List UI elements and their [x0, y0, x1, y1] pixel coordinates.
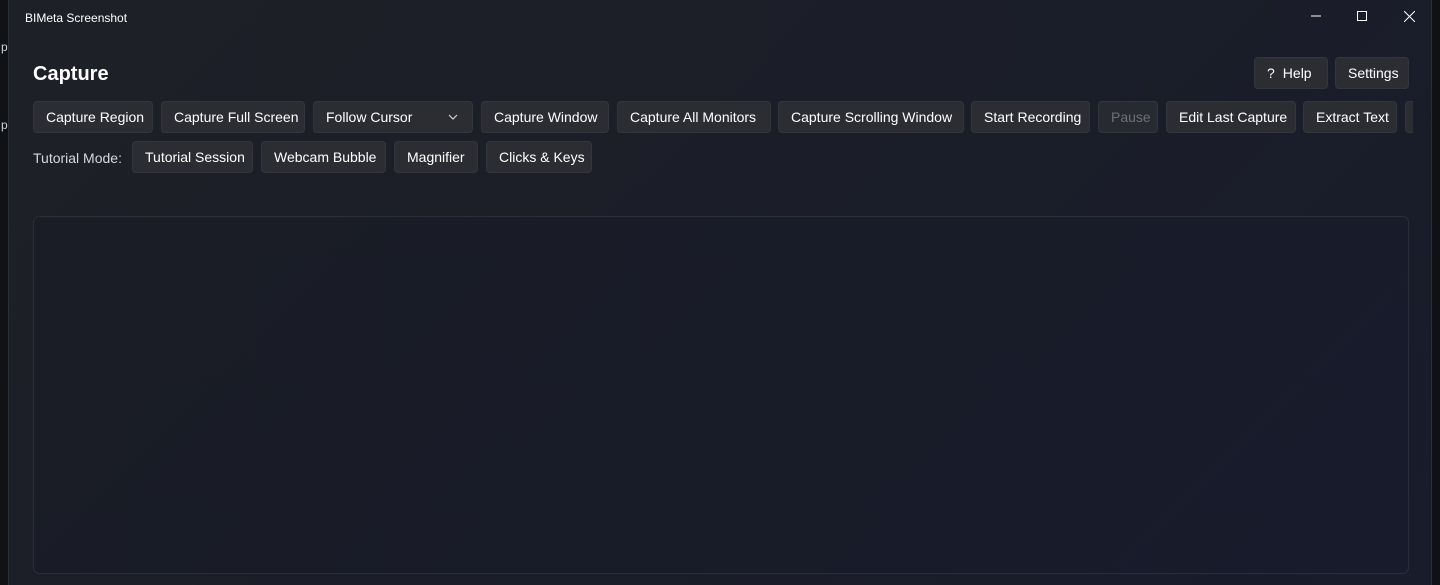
maximize-button[interactable] — [1339, 0, 1385, 32]
edit-last-capture-button[interactable]: Edit Last Capture — [1166, 101, 1296, 133]
start-recording-button[interactable]: Start Recording — [971, 101, 1090, 133]
close-icon — [1403, 10, 1415, 22]
pause-button[interactable]: Pause — [1098, 101, 1158, 133]
settings-button[interactable]: Settings — [1335, 57, 1409, 89]
maximize-icon — [1357, 11, 1367, 21]
overflow-button-partial[interactable] — [1405, 101, 1413, 133]
tutorial-session-button[interactable]: Tutorial Session — [132, 141, 253, 173]
clicks-keys-button[interactable]: Clicks & Keys — [486, 141, 592, 173]
capture-window-button[interactable]: Capture Window — [481, 101, 609, 133]
title-bar[interactable]: BIMeta Screenshot — [9, 0, 1431, 34]
extract-text-button[interactable]: Extract Text — [1303, 101, 1397, 133]
help-button[interactable]: ? Help — [1254, 57, 1328, 89]
capture-full-screen-button[interactable]: Capture Full Screen — [161, 101, 305, 133]
minimize-icon — [1311, 15, 1321, 17]
page-title: Capture — [33, 63, 109, 85]
capture-region-button[interactable]: Capture Region — [33, 101, 153, 133]
tutorial-mode-label: Tutorial Mode: — [33, 150, 122, 166]
close-button[interactable] — [1386, 0, 1432, 32]
desktop-text-fragment: p — [1, 118, 8, 132]
follow-cursor-dropdown[interactable]: Follow Cursor — [313, 101, 473, 133]
follow-cursor-label: Follow Cursor — [326, 109, 413, 125]
desktop-text-fragment: p — [1, 40, 8, 54]
app-window: BIMeta Screenshot Capture ? Help Settings… — [8, 0, 1432, 585]
help-label: Help — [1282, 65, 1312, 81]
window-title: BIMeta Screenshot — [25, 11, 128, 25]
desktop-background: p p — [0, 0, 8, 585]
magnifier-button[interactable]: Magnifier — [394, 141, 478, 173]
capture-all-monitors-button[interactable]: Capture All Monitors — [617, 101, 771, 133]
capture-scrolling-window-button[interactable]: Capture Scrolling Window — [778, 101, 964, 133]
minimize-button[interactable] — [1293, 0, 1339, 32]
question-mark-icon: ? — [1267, 65, 1275, 81]
capture-preview-panel — [33, 216, 1409, 574]
webcam-bubble-button[interactable]: Webcam Bubble — [261, 141, 386, 173]
chevron-down-icon — [448, 114, 458, 120]
